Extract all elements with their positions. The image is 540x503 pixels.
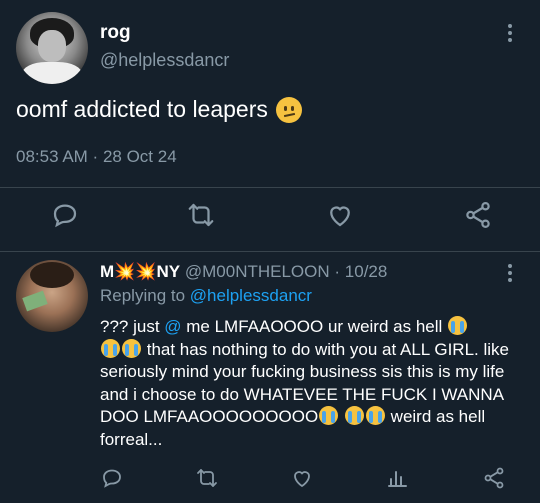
reply-header: M💥💥NY @M00NTHELOON · 10/28: [100, 262, 387, 282]
reply-text: ??? just @ me LMFAAOOOO ur weird as hell…: [100, 316, 509, 449]
tweet-actions: [0, 200, 540, 232]
tweet-date: 28 Oct 24: [102, 147, 177, 166]
tweet-time: 08:53 AM: [16, 147, 88, 166]
like-icon[interactable]: [325, 200, 355, 230]
retweet-icon[interactable]: [195, 466, 219, 490]
like-icon[interactable]: [290, 466, 314, 490]
loudly-crying-face-icon: [344, 406, 364, 425]
reply-handle[interactable]: @M00NTHELOON: [185, 262, 330, 281]
avatar[interactable]: [16, 12, 88, 84]
user-handle[interactable]: @helplessdancr: [100, 50, 229, 71]
retweet-icon[interactable]: [186, 200, 216, 230]
header-separator: ·: [329, 262, 345, 281]
more-icon[interactable]: [505, 24, 515, 48]
timestamp-separator: ·: [87, 147, 103, 166]
divider: [0, 187, 540, 188]
reply-actions: [0, 466, 540, 496]
share-icon[interactable]: [463, 200, 493, 230]
more-icon[interactable]: [505, 264, 515, 288]
collision-icon: 💥💥: [114, 262, 157, 281]
replying-to-link[interactable]: @helplessdancr: [190, 286, 312, 305]
reply-icon[interactable]: [50, 200, 80, 230]
reply-display-name[interactable]: M💥💥NY: [100, 262, 180, 281]
reply-avatar[interactable]: [16, 260, 88, 332]
loudly-crying-face-icon: [122, 338, 141, 358]
loudly-crying-face-icon: [319, 406, 339, 425]
tweet-text: oomf addicted to leapers: [16, 96, 302, 123]
loudly-crying-face-icon: [365, 406, 385, 425]
reply-date[interactable]: 10/28: [345, 262, 388, 281]
tweet-text-content: oomf addicted to leapers: [16, 96, 268, 122]
loudly-crying-face-icon: [101, 338, 120, 358]
divider: [0, 251, 540, 252]
mention-link[interactable]: @: [164, 317, 181, 336]
replying-to: Replying to @helplessdancr: [100, 286, 312, 305]
display-name[interactable]: rog: [100, 22, 131, 44]
confused-face-icon: [275, 96, 302, 123]
analytics-icon[interactable]: [386, 466, 410, 490]
loudly-crying-face-icon: [448, 316, 467, 335]
reply-icon[interactable]: [100, 466, 124, 490]
share-icon[interactable]: [482, 466, 506, 490]
timestamp[interactable]: 08:53 AM · 28 Oct 24: [16, 147, 177, 167]
